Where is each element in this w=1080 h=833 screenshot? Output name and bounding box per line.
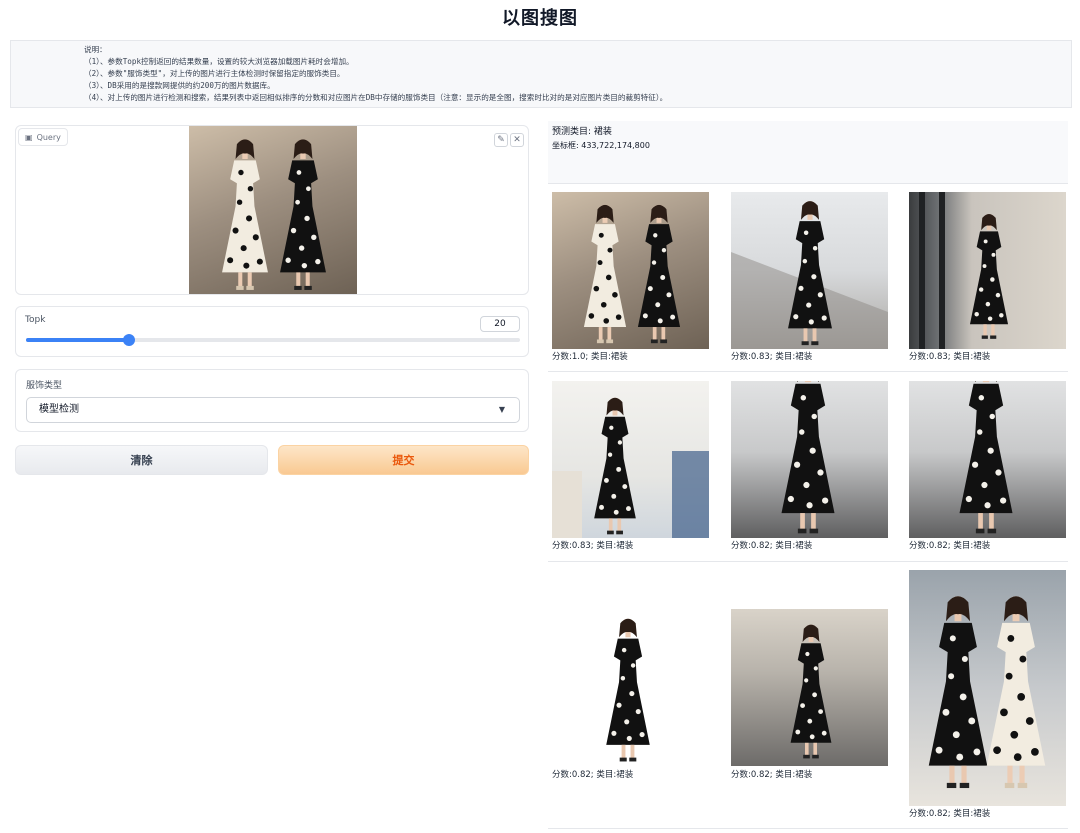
clothing-type-panel: 服饰类型 模型检测 ▼ <box>15 369 529 432</box>
clothing-type-label: 服饰类型 <box>26 381 63 391</box>
divider <box>548 183 1068 184</box>
result-photo-figures <box>583 204 681 344</box>
result-photo-figures <box>790 624 832 759</box>
edit-icon[interactable]: ✎ <box>494 133 508 147</box>
topk-label: Topk <box>25 315 46 325</box>
result-photo-figures <box>606 618 650 762</box>
result-image[interactable] <box>909 192 1066 349</box>
query-photo-figures <box>222 139 326 290</box>
result-photo-figures <box>552 397 709 538</box>
result-image[interactable] <box>552 192 709 349</box>
divider <box>548 371 1068 372</box>
result-caption: 分数:0.83; 类目:裙装 <box>731 352 813 362</box>
description-line: （4）、对上传的图片进行检测和搜索，结果列表中返回相似排序的分数和对应图片在DB… <box>84 93 668 102</box>
divider <box>548 828 1068 829</box>
topk-slider[interactable] <box>26 334 520 346</box>
close-icon[interactable]: ✕ <box>510 133 524 147</box>
topk-slider-thumb[interactable] <box>122 334 135 346</box>
query-label: ▣ Query <box>18 128 68 146</box>
result-image[interactable] <box>552 381 709 538</box>
page-title: 以图搜图 <box>502 8 578 29</box>
result-image[interactable] <box>909 570 1066 806</box>
description-line: （1）、参数Topk控制返回的结果数量，设置的较大浏览器加载图片耗时会增加。 <box>84 57 354 66</box>
result-photo-figures <box>919 192 1009 349</box>
result-image[interactable] <box>731 609 888 766</box>
submit-button[interactable]: 提交 <box>278 445 529 475</box>
bounding-box-coords: 坐标框: 433,722,174,800 <box>552 141 650 150</box>
topk-panel: Topk 20 <box>15 306 529 357</box>
clothing-type-value: 模型检测 <box>39 404 79 415</box>
result-photo-figures <box>731 201 888 349</box>
clothing-type-select[interactable]: 模型检测 ▼ <box>26 397 520 423</box>
topk-slider-fill <box>26 338 129 342</box>
description-line: 说明： <box>84 45 107 54</box>
result-caption: 分数:0.82; 类目:裙装 <box>552 770 634 780</box>
image-icon: ▣ <box>25 132 33 142</box>
result-caption: 分数:0.82; 类目:裙装 <box>909 541 991 551</box>
result-caption: 分数:0.82; 类目:裙装 <box>731 770 813 780</box>
query-image <box>189 126 357 294</box>
description-line: （2）、参数"服饰类型"，对上传的图片进行主体检测时保留指定的服饰类目。 <box>84 69 345 78</box>
clear-button[interactable]: 清除 <box>15 445 268 475</box>
prediction-box: 预测类目: 裙装 坐标框: 433,722,174,800 <box>548 121 1068 183</box>
result-photo-figures <box>959 381 1013 534</box>
topk-number-input[interactable]: 20 <box>480 316 520 332</box>
description-line: （3）、DB采用的是搜款网提供的约200万的图片数据库。 <box>84 81 275 90</box>
result-image[interactable] <box>731 381 888 538</box>
result-photo-figures <box>781 381 835 534</box>
result-caption: 分数:0.83; 类目:裙装 <box>552 541 634 551</box>
divider <box>548 561 1068 562</box>
predicted-category: 预测类目: 裙装 <box>552 127 612 137</box>
query-image-panel[interactable]: ▣ Query ✎ ✕ <box>15 125 529 295</box>
result-caption: 分数:0.83; 类目:裙装 <box>909 352 991 362</box>
result-caption: 分数:0.82; 类目:裙装 <box>909 809 991 819</box>
result-image[interactable] <box>552 609 709 766</box>
result-image[interactable] <box>909 381 1066 538</box>
description-box: 说明： （1）、参数Topk控制返回的结果数量，设置的较大浏览器加载图片耗时会增… <box>10 40 1072 108</box>
result-caption: 分数:1.0; 类目:裙装 <box>552 352 628 362</box>
result-caption: 分数:0.82; 类目:裙装 <box>731 541 813 551</box>
result-photo-figures <box>928 596 1046 789</box>
caret-down-icon: ▼ <box>498 405 505 414</box>
result-image[interactable] <box>731 192 888 349</box>
